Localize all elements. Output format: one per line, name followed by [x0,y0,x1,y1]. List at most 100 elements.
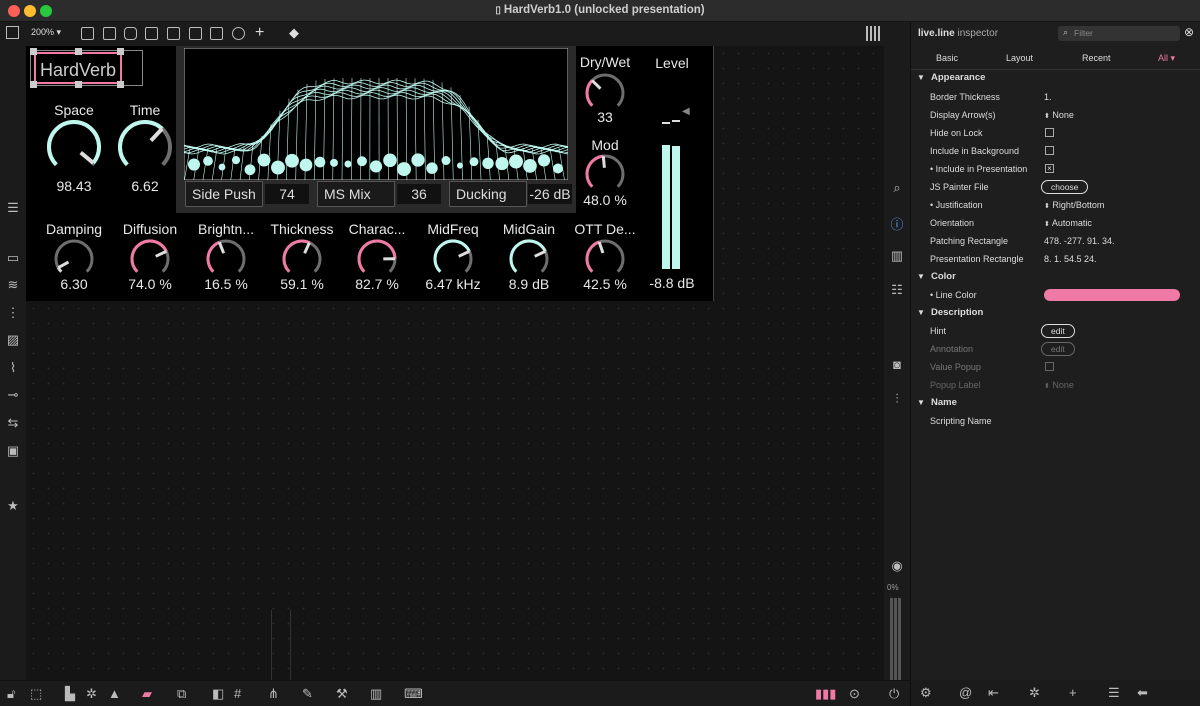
clippings-icon[interactable]: ◧ [212,686,224,702]
row-annotation[interactable]: Annotation edit [911,340,1200,358]
section-color[interactable]: ▼ Color [911,268,1200,286]
row-scripting-name[interactable]: Scripting Name [911,412,1200,430]
knob-dial[interactable] [355,237,399,281]
sidebar-toggle-icon[interactable] [6,26,19,39]
tab-recent[interactable]: Recent [1082,53,1111,63]
hint-edit-button[interactable]: edit [1041,324,1075,338]
debug-icon[interactable]: ✲ [86,686,97,702]
loop-icon[interactable]: ⇆ [5,415,21,431]
hide-on-lock-checkbox[interactable] [1045,128,1054,137]
row-justification[interactable]: • Justification ⬍ Right/Bottom [911,196,1200,214]
knob-dial[interactable] [128,237,172,281]
comment-toggle-icon[interactable]: ▰ [142,686,152,702]
settings-icon[interactable]: ⚙ [920,685,932,701]
stepper-icon[interactable]: ⬍ [1044,221,1050,228]
keyboard-icon[interactable]: ⌨ [404,686,423,702]
tab-layout[interactable]: Layout [1006,53,1033,63]
list-menu-icon[interactable]: ☰ [1108,685,1120,701]
at-icon[interactable]: @ [959,685,972,700]
star-icon[interactable]: ★ [5,498,21,514]
piano-icon[interactable]: ▥ [370,686,382,702]
stepper-icon[interactable]: ⬍ [1044,113,1050,120]
knob-dial[interactable] [204,237,248,281]
stepper-icon[interactable]: ⬍ [1044,203,1050,210]
level-arrow-icon[interactable]: ◀ [682,106,690,117]
power-icon[interactable]: ⏻ [889,686,899,702]
grid-toggle-icon[interactable]: # [234,686,241,701]
frame-icon[interactable]: ▣ [5,443,21,459]
number-box-icon[interactable] [210,27,223,40]
knob-dial[interactable] [507,237,551,281]
image-icon[interactable]: ▨ [5,332,21,348]
row-include-presentation[interactable]: • Include in Presentation × [911,160,1200,178]
add-icon[interactable]: + [1069,685,1077,700]
comment-icon[interactable] [124,27,137,40]
knob-dial[interactable] [583,237,627,281]
knob-dial[interactable] [431,237,475,281]
row-hint[interactable]: Hint edit [911,322,1200,340]
slider-icon[interactable] [189,27,202,40]
book-icon[interactable]: ▥ [889,248,905,264]
row-popup-label[interactable]: Popup Label ⬍ None [911,376,1200,394]
search-icon[interactable]: ⌕ [889,180,905,196]
snowflake-icon[interactable]: ✲ [1029,685,1040,701]
knob-dial[interactable] [45,118,103,176]
grid-icon[interactable] [866,26,881,41]
section-name[interactable]: ▼ Name [911,394,1200,412]
close-inspector-icon[interactable]: ⊗ [1184,25,1194,39]
tab-all[interactable]: All ▾ [1158,53,1175,64]
knob-dial[interactable] [52,237,96,281]
zoom-menu[interactable]: 200% ▾ [31,27,61,38]
device-icon[interactable]: ▭ [5,250,21,266]
layers-icon[interactable]: ⧉ [177,686,186,702]
camera-icon[interactable]: ◙ [889,357,905,372]
wrench-icon[interactable]: ⚒ [336,686,348,702]
annotation-edit-button[interactable]: edit [1041,342,1075,356]
value-popup-checkbox[interactable] [1045,362,1054,371]
waveform-icon[interactable]: ≋ [5,277,21,293]
back-arrow-icon[interactable]: ⬅ [1137,685,1148,701]
presentation-icon[interactable]: ▙ [65,686,75,702]
plug-icon[interactable]: ⊸ [5,387,21,403]
section-description[interactable]: ▼ Description [911,304,1200,322]
row-display-arrows[interactable]: Display Arrow(s) ⬍ None [911,106,1200,124]
row-border-thickness[interactable]: Border Thickness 1. [911,88,1200,106]
record-icon[interactable]: ◉ [889,558,905,574]
info-icon[interactable]: ⓘ [889,214,905,233]
section-appearance[interactable]: ▼ Appearance [911,69,1200,87]
line-color-swatch[interactable] [1044,289,1180,301]
align-icon[interactable]: ⇤ [988,685,999,701]
row-orientation[interactable]: Orientation ⬍ Automatic [911,214,1200,232]
include-presentation-checkbox[interactable]: × [1045,164,1054,173]
audio-meter-icon[interactable]: ▮▮▮ [815,686,836,702]
paint-bucket-icon[interactable]: ◆ [289,25,299,41]
knob-dial[interactable] [583,152,627,196]
row-value-popup[interactable]: Value Popup [911,358,1200,376]
row-presentation-rect[interactable]: Presentation Rectangle 8. 1. 54.5 24. [911,250,1200,268]
canvas-object-outline[interactable] [271,610,291,680]
row-js-painter[interactable]: JS Painter File choose [911,178,1200,196]
stepper-icon[interactable]: ⬍ [1044,383,1050,390]
dial-icon[interactable] [232,27,245,40]
mixer-icon[interactable]: ⫶ [889,391,905,407]
toggle-icon[interactable] [145,27,158,40]
filter-field[interactable]: ⌕ Filter [1058,26,1180,41]
presentation-edit-icon[interactable]: ⬚ [30,686,42,702]
include-background-checkbox[interactable] [1045,146,1054,155]
button-object-icon[interactable] [167,27,180,40]
menu-icon[interactable]: ☰ [5,200,21,216]
play-icon[interactable]: ⊙ [849,686,860,702]
list-icon[interactable]: ☷ [889,282,905,298]
tab-basic[interactable]: Basic [936,53,958,63]
knob-dial[interactable] [116,118,174,176]
warning-icon[interactable]: ▲ [108,686,121,701]
message-box-icon[interactable] [103,27,116,40]
object-box-icon[interactable] [81,27,94,40]
hierarchy-icon[interactable]: ⋔ [268,686,279,702]
knob-dial[interactable] [280,237,324,281]
sequence-icon[interactable]: ⋮ [5,305,21,321]
row-patching-rect[interactable]: Patching Rectangle 478. -277. 91. 34. [911,232,1200,250]
row-line-color[interactable]: • Line Color [911,286,1200,304]
choose-button[interactable]: choose [1041,180,1089,194]
paperclip-icon[interactable]: ⌇ [5,360,21,376]
